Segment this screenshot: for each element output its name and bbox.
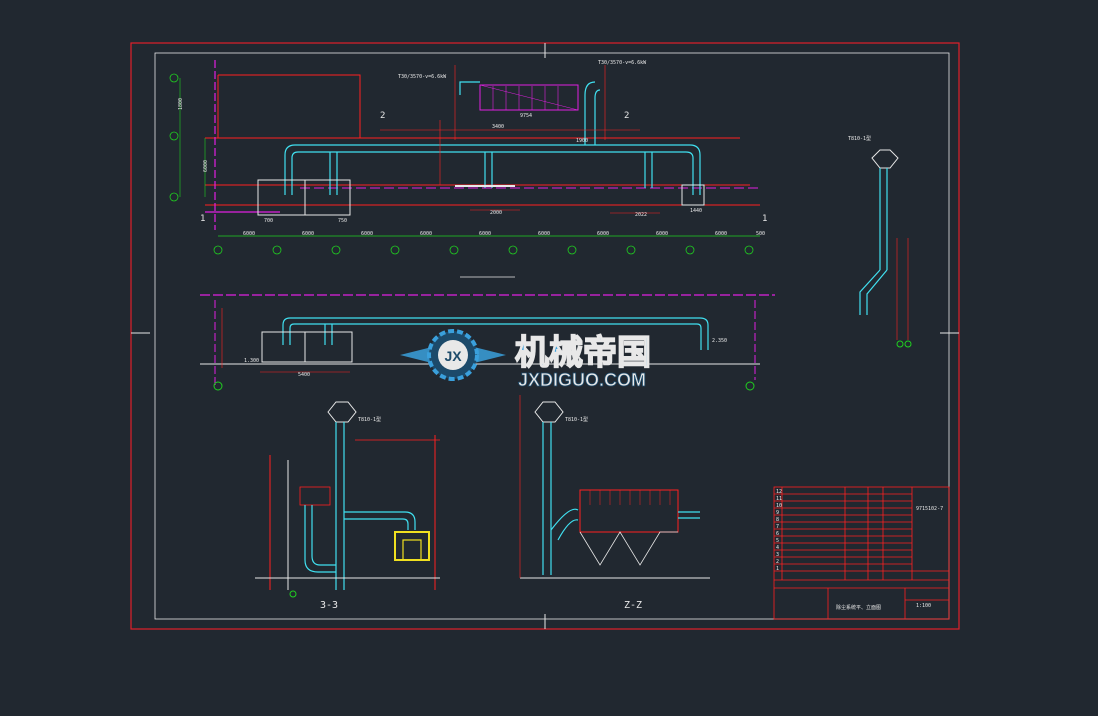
note-text: T30/3570-v=6.6kW <box>598 60 647 66</box>
stack-label: T810-1型 <box>358 416 381 423</box>
dim-text: 700 <box>264 218 273 224</box>
right-stack <box>859 149 912 348</box>
axis-dim: 6000 <box>361 231 373 237</box>
row-number: 1 <box>776 566 779 572</box>
axis-dim: 500 <box>756 231 765 237</box>
dim-text: 9754 <box>520 113 532 119</box>
section-title: 3-3 <box>320 600 338 611</box>
dim-text: 1800 <box>178 98 184 110</box>
section-z-z <box>519 395 710 579</box>
row-number: 2 <box>776 559 779 565</box>
section-marker: 2 <box>624 111 629 121</box>
dim-text: 2022 <box>635 212 647 218</box>
row-number: 5 <box>776 538 779 544</box>
stack-label: T810-1型 <box>848 135 871 142</box>
dim-text: 6000 <box>203 160 209 172</box>
axis-dim: 6000 <box>597 231 609 237</box>
watermark-cn: 机械帝国 <box>515 333 651 373</box>
dim-text: 1440 <box>690 208 702 214</box>
axis-dim: 6000 <box>302 231 314 237</box>
dim-text: 1.300 <box>244 358 259 364</box>
section-marker: 1 <box>762 214 767 224</box>
row-number: 3 <box>776 552 779 558</box>
stack-label: T810-1型 <box>565 416 588 423</box>
drawing-number: 9715102-7 <box>916 506 943 512</box>
section-marker: 2 <box>380 111 385 121</box>
axis-dim: 6000 <box>656 231 668 237</box>
dim-text: 2.350 <box>712 338 727 344</box>
note-text: T30/3570-v=6.6kW <box>398 74 447 80</box>
row-number: 6 <box>776 531 779 537</box>
row-number: 8 <box>776 517 779 523</box>
plan-view <box>169 60 760 255</box>
section-3-3 <box>255 401 440 598</box>
axis-dim: 6000 <box>538 231 550 237</box>
scale: 1:100 <box>916 603 931 609</box>
watermark-en: JXDIGUO.COM <box>518 370 646 390</box>
dim-text: 3400 <box>492 124 504 130</box>
dim-text: 5400 <box>298 372 310 378</box>
watermark-logo-text: JX <box>444 348 462 364</box>
row-number: 12 <box>776 489 782 495</box>
axis-dim: 6000 <box>243 231 255 237</box>
axis-dim: 6000 <box>479 231 491 237</box>
row-number: 7 <box>776 524 779 530</box>
project-title: 除尘系统平、立面图 <box>836 604 881 611</box>
axis-dim: 6000 <box>420 231 432 237</box>
cad-drawing: 6000 6000 6000 6000 6000 6000 6000 6000 … <box>130 42 960 630</box>
elevation-view <box>200 294 775 391</box>
dim-text: 2000 <box>490 210 502 216</box>
section-title: Z-Z <box>624 600 642 611</box>
dim-text: 750 <box>338 218 347 224</box>
dim-text: 1900 <box>576 138 588 144</box>
row-number: 4 <box>776 545 779 551</box>
axis-dim: 6000 <box>715 231 727 237</box>
row-number: 9 <box>776 510 779 516</box>
section-marker: 1 <box>200 214 205 224</box>
plan-axis-bubbles <box>169 73 754 255</box>
row-number: 10 <box>776 503 782 509</box>
row-number: 11 <box>776 496 782 502</box>
